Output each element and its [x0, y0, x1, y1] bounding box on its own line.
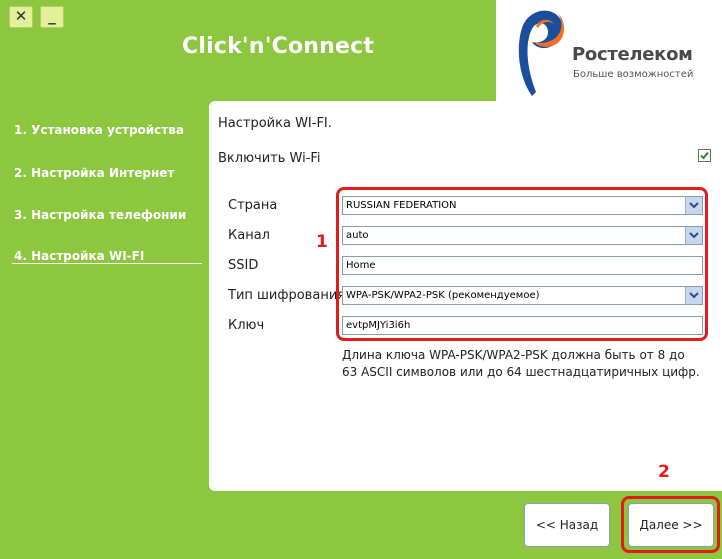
key-length-hint: Длина ключа WPA-PSK/WPA2-PSK должна быть… — [342, 348, 700, 379]
app-title: Click'n'Connect — [182, 34, 375, 59]
sidebar-item-device-setup[interactable]: 1. Установка устройства — [14, 123, 184, 137]
sidebar-item-internet-setup[interactable]: 2. Настройка Интернет — [14, 166, 174, 180]
enable-wifi-checkbox[interactable] — [698, 149, 711, 162]
back-button[interactable]: << Назад — [524, 503, 610, 547]
brand-panel: Ростелеком Больше возможностей — [496, 0, 722, 116]
ssid-label: SSID — [228, 258, 259, 273]
brand-name: Ростелеком — [572, 44, 693, 65]
panel-title: Настройка WI-FI. — [218, 116, 332, 131]
country-label: Страна — [228, 198, 278, 213]
annotation-marker-1: 1 — [316, 232, 328, 252]
cipher-label: Тип шифрования — [228, 288, 346, 303]
active-item-underline — [12, 263, 202, 264]
next-highlight-box — [621, 496, 720, 553]
minimize-button[interactable]: _ — [40, 6, 64, 28]
enable-wifi-label: Включить Wi-Fi — [218, 151, 321, 166]
checkmark-icon — [700, 151, 709, 160]
fields-highlight-box — [336, 187, 708, 341]
rostelecom-logo-icon — [518, 10, 565, 96]
close-icon: ✕ — [14, 7, 28, 25]
close-button[interactable]: ✕ — [9, 6, 33, 28]
brand-slogan: Больше возможностей — [573, 69, 694, 80]
sidebar-item-wifi-setup[interactable]: 4. Настройка WI-FI — [14, 249, 144, 263]
sidebar-item-telephony-setup[interactable]: 3. Настройка телефонии — [14, 208, 186, 222]
annotation-marker-2: 2 — [658, 462, 670, 482]
channel-label: Канал — [228, 228, 270, 243]
minimize-icon: _ — [48, 7, 56, 25]
key-label: Ключ — [228, 318, 265, 333]
